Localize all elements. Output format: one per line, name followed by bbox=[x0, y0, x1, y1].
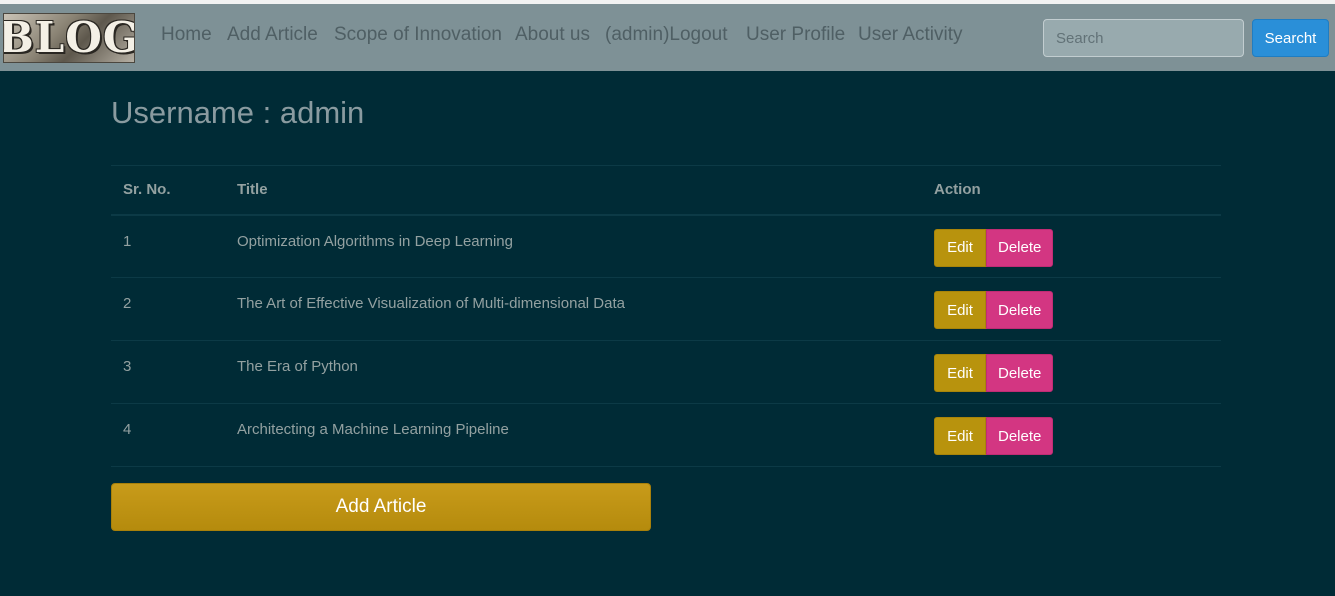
page-title: Username : admin bbox=[111, 95, 365, 130]
row-actions: Edit Delete bbox=[922, 214, 1221, 278]
navbar: BLOG Home Add Article Scope of Innovatio… bbox=[0, 0, 1335, 71]
logo-text: BLOG bbox=[3, 13, 135, 62]
nav-link-about-us[interactable]: About us bbox=[515, 24, 590, 46]
row-sr-no: 1 bbox=[111, 214, 225, 278]
row-sr-no: 3 bbox=[111, 340, 225, 404]
nav-link-scope-of-innovation[interactable]: Scope of Innovation bbox=[334, 24, 502, 46]
edit-button[interactable]: Edit bbox=[934, 228, 986, 267]
delete-button[interactable]: Delete bbox=[986, 291, 1054, 329]
table-row: 3 The Era of Python Edit Delete bbox=[111, 340, 1221, 404]
table-row: 1 Optimization Algorithms in Deep Learni… bbox=[111, 214, 1221, 278]
delete-button[interactable]: Delete bbox=[986, 417, 1054, 455]
header-title: Title bbox=[225, 165, 922, 216]
row-title: The Era of Python bbox=[225, 340, 922, 404]
edit-button[interactable]: Edit bbox=[934, 354, 986, 392]
delete-button[interactable]: Delete bbox=[986, 354, 1054, 392]
nav-link-user-profile[interactable]: User Profile bbox=[746, 24, 845, 46]
row-sr-no: 2 bbox=[111, 277, 225, 341]
table-row: 4 Architecting a Machine Learning Pipeli… bbox=[111, 403, 1221, 467]
row-title: Optimization Algorithms in Deep Learning bbox=[225, 214, 922, 278]
delete-button[interactable]: Delete bbox=[986, 228, 1054, 267]
row-actions: Edit Delete bbox=[922, 403, 1221, 467]
search-button[interactable]: Searcht bbox=[1252, 19, 1329, 57]
search-input[interactable] bbox=[1043, 19, 1244, 57]
header-sr-no: Sr. No. bbox=[111, 165, 225, 216]
table-row: 2 The Art of Effective Visualization of … bbox=[111, 277, 1221, 341]
nav-link-home[interactable]: Home bbox=[161, 24, 212, 46]
row-title: The Art of Effective Visualization of Mu… bbox=[225, 277, 922, 341]
edit-button[interactable]: Edit bbox=[934, 291, 986, 329]
row-actions: Edit Delete bbox=[922, 277, 1221, 341]
articles-table: Sr. No. Title Action 1 Optimization Algo… bbox=[111, 165, 1221, 467]
table-header-row: Sr. No. Title Action bbox=[111, 165, 1221, 216]
nav-link-user-activity[interactable]: User Activity bbox=[858, 24, 963, 46]
blog-logo[interactable]: BLOG bbox=[3, 13, 135, 63]
row-sr-no: 4 bbox=[111, 403, 225, 467]
nav-link-logout[interactable]: (admin)Logout bbox=[605, 24, 728, 46]
add-article-button[interactable]: Add Article bbox=[111, 483, 651, 531]
nav-link-add-article[interactable]: Add Article bbox=[227, 24, 318, 46]
header-action: Action bbox=[922, 165, 1221, 216]
row-actions: Edit Delete bbox=[922, 340, 1221, 404]
edit-button[interactable]: Edit bbox=[934, 417, 986, 455]
row-title: Architecting a Machine Learning Pipeline bbox=[225, 403, 922, 467]
